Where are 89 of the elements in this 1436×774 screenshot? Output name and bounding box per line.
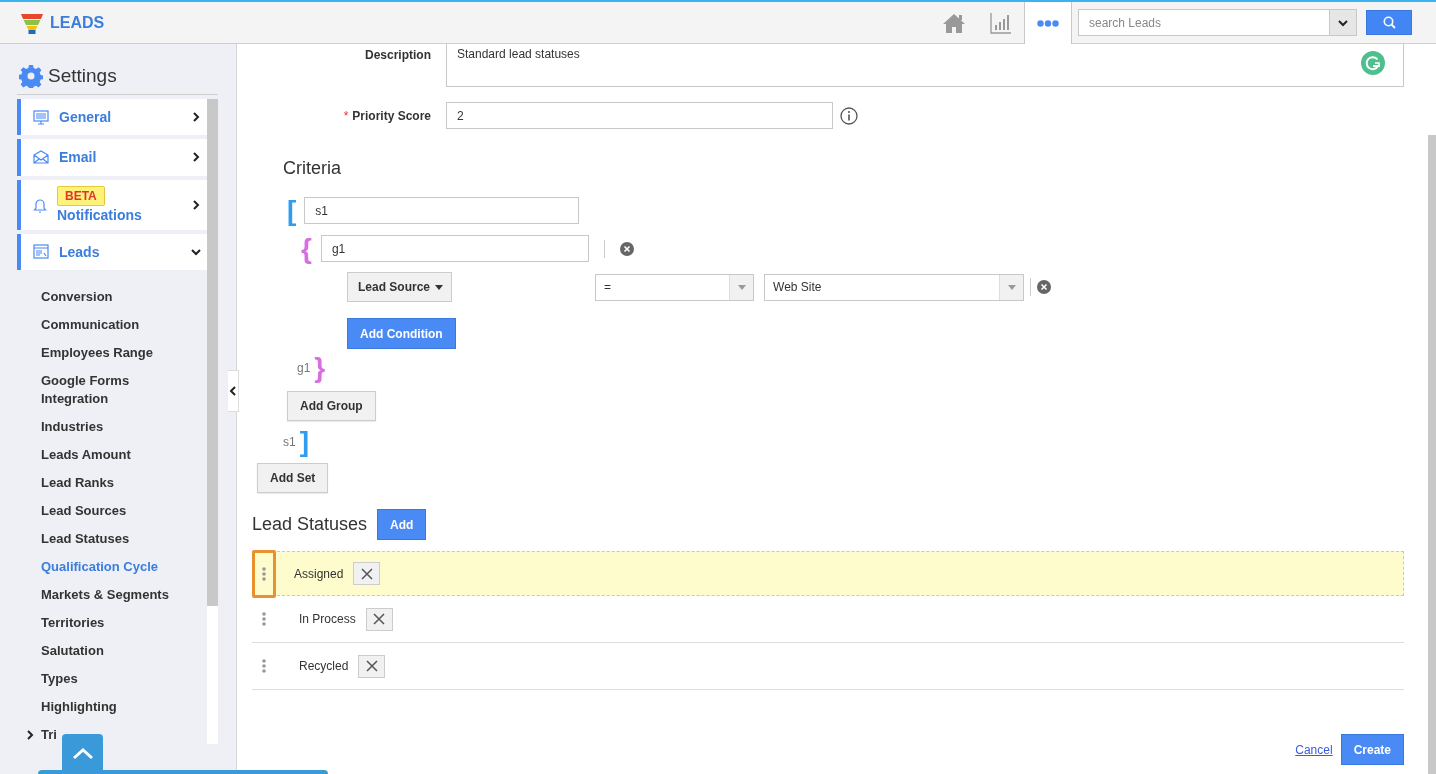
search-field[interactable]: search Leads [1078, 9, 1330, 36]
status-row[interactable]: Assigned [252, 551, 1404, 596]
drag-handle-icon[interactable] [262, 566, 266, 581]
description-text: Standard lead statuses [457, 47, 580, 61]
field-label: Priority Score [352, 108, 431, 123]
status-row[interactable]: Recycled [252, 643, 1404, 690]
sidebar-item[interactable]: Communication [41, 316, 186, 334]
list-icon [33, 244, 49, 260]
search-icon [1382, 16, 1396, 29]
section-label: Notifications [57, 207, 142, 224]
sidebar-item[interactable]: Markets & Segments [41, 586, 186, 604]
field-label: Description [365, 48, 431, 62]
more-icon[interactable] [1037, 19, 1059, 27]
close-icon [360, 567, 373, 580]
settings-section[interactable]: Leads [17, 233, 207, 270]
chevron-up-icon [71, 748, 94, 760]
set-end-label: s1 [283, 435, 296, 449]
settings-section[interactable]: Email [17, 139, 207, 176]
add-group-button[interactable]: Add Group [287, 391, 376, 421]
status-label: Recycled [299, 659, 349, 673]
collapse-sidebar-button[interactable] [228, 370, 239, 412]
sidebar-item[interactable]: Lead Ranks [41, 474, 186, 492]
remove-button[interactable] [365, 607, 393, 631]
scrollbar-thumb[interactable] [1428, 135, 1436, 774]
section-label: Leads [59, 243, 100, 260]
sidebar-item[interactable]: Industries [41, 418, 186, 436]
bar-chart-icon[interactable] [989, 11, 1012, 34]
close-icon [373, 613, 386, 625]
sidebar-item[interactable]: Salutation [41, 642, 186, 660]
status-label: Assigned [294, 566, 344, 581]
section-label: General [59, 109, 112, 126]
search-button[interactable] [1366, 10, 1412, 35]
sidebar-item[interactable]: Qualification Cycle [41, 558, 186, 576]
drag-handle-icon[interactable] [262, 612, 266, 626]
remove-button[interactable] [353, 562, 381, 585]
operator-select[interactable]: = [595, 273, 755, 301]
set-bracket: [ [287, 197, 297, 224]
caret-icon [1007, 284, 1016, 290]
sidebar-item[interactable]: Types [41, 670, 186, 688]
chevron-down-icon [1338, 17, 1348, 28]
remove-icon[interactable] [619, 241, 634, 256]
section-label: Email [59, 149, 97, 166]
group-end-label: g1 [297, 361, 311, 375]
search-dropdown-button[interactable] [1330, 9, 1357, 36]
sidebar-item[interactable]: Lead Sources [41, 502, 186, 520]
group-brace: { [301, 235, 312, 262]
close-icon [365, 660, 378, 672]
section-heading: Criteria [283, 158, 342, 179]
caret-icon [737, 284, 746, 290]
sidebar-item[interactable]: Google Forms Integration [41, 372, 186, 408]
status-row[interactable]: In Process [252, 596, 1404, 643]
beta-badge: BETA [57, 186, 105, 207]
cancel-link[interactable]: Cancel [1295, 742, 1333, 757]
group-name-field[interactable]: g1 [320, 235, 589, 262]
add-set-button[interactable]: Add Set [257, 463, 329, 493]
settings-icon [19, 64, 43, 88]
value-select[interactable]: Web Site [764, 273, 1025, 301]
required-mark: * [343, 108, 349, 123]
caret-icon [435, 284, 444, 290]
section-heading: Lead Statuses [252, 514, 368, 535]
group-brace: } [314, 355, 326, 381]
sidebar-item[interactable]: Tri [41, 726, 57, 744]
refresh-icon[interactable] [1361, 51, 1385, 75]
chevron-left-icon [228, 386, 238, 396]
sidebar-item[interactable]: Employees Range [41, 344, 186, 362]
sidebar-item[interactable]: Territories [41, 614, 186, 632]
mail-icon [33, 150, 49, 165]
sidebar-item[interactable]: Leads Amount [41, 446, 186, 464]
drag-handle-icon[interactable] [262, 659, 266, 673]
remove-icon[interactable] [1037, 280, 1052, 294]
sidebar-item[interactable]: Conversion [41, 288, 186, 306]
scrollbar-thumb[interactable] [207, 99, 218, 606]
priority-field[interactable]: 2 [446, 102, 833, 129]
info-icon[interactable] [840, 106, 858, 125]
settings-section[interactable]: BETA Notifications [17, 179, 207, 230]
sidebar-item[interactable]: Highlighting [41, 698, 186, 716]
monitor-icon [33, 109, 49, 125]
sidebar-title: Settings [48, 65, 117, 87]
sidebar-item[interactable]: Lead Statuses [41, 530, 186, 548]
settings-section[interactable]: General [17, 99, 207, 136]
bell-icon [33, 196, 47, 213]
field-dropdown[interactable]: Lead Source [347, 272, 453, 302]
remove-button[interactable] [358, 654, 386, 678]
app-title: LEADS [50, 13, 105, 32]
status-label: In Process [299, 612, 356, 626]
description-field[interactable]: Standard lead statuses [446, 44, 1404, 87]
set-bracket: ] [299, 429, 309, 455]
set-name-field[interactable]: s1 [304, 197, 580, 224]
home-icon[interactable] [941, 12, 966, 33]
